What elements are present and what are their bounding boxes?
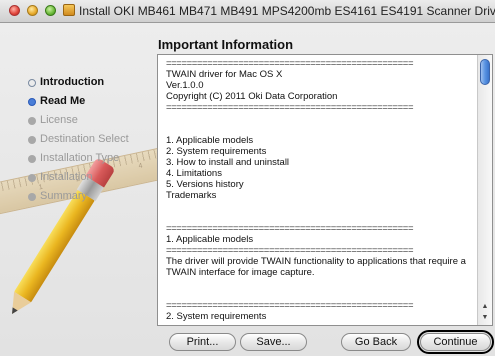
vertical-scrollbar[interactable]: ▲ ▼	[477, 55, 492, 325]
step-label: Installation Type	[40, 152, 120, 164]
step-installation-type: Installation Type	[28, 151, 158, 170]
section-title: 2. System requirements	[166, 311, 267, 322]
readme-line: Copyright (C) 2011 Oki Data Corporation	[166, 91, 338, 102]
zoom-window-button[interactable]	[45, 5, 56, 16]
section-body: The driver will provide TWAIN functional…	[166, 256, 466, 278]
step-summary: Summary	[28, 189, 158, 208]
step-label: Destination Select	[40, 133, 129, 145]
print-button[interactable]: Print...	[169, 333, 236, 351]
toc-item: 3. How to install and uninstall	[166, 157, 290, 168]
toc-item: 4. Limitations	[166, 168, 222, 179]
separator-line: ========================================…	[166, 245, 414, 256]
go-back-button[interactable]: Go Back	[341, 333, 411, 351]
step-introduction: Introduction	[28, 75, 158, 94]
continue-button[interactable]: Continue	[417, 330, 494, 354]
separator-line: ========================================…	[166, 102, 414, 113]
toc-item: Trademarks	[166, 190, 217, 201]
step-label: Summary	[40, 190, 88, 202]
step-read-me: Read Me	[28, 94, 158, 113]
separator-line: ========================================…	[166, 58, 414, 69]
page-title: Important Information	[158, 37, 294, 52]
scrollbar-thumb[interactable]	[480, 59, 490, 85]
title-bar: Install OKI MB461 MB471 MB491 MPS4200mb …	[0, 0, 495, 23]
step-license: License	[28, 113, 158, 132]
section-title: 1. Applicable models	[166, 234, 254, 245]
step-bullet-icon	[28, 174, 36, 182]
readme-text-area[interactable]: ========================================…	[157, 54, 493, 326]
step-label: Introduction	[40, 76, 105, 88]
step-bullet-icon	[28, 193, 36, 201]
step-bullet-icon	[28, 136, 36, 144]
window-title: Install OKI MB461 MB471 MB491 MPS4200mb …	[79, 4, 495, 18]
toc-item: 2. System requirements	[166, 146, 267, 157]
step-bullet-icon	[28, 155, 36, 163]
save-button[interactable]: Save...	[240, 333, 307, 351]
scroll-down-arrow-icon[interactable]: ▼	[480, 312, 490, 323]
separator-line: ========================================…	[166, 300, 414, 311]
scroll-up-arrow-icon[interactable]: ▲	[480, 301, 490, 312]
readme-line: TWAIN driver for Mac OS X	[166, 69, 283, 80]
package-icon	[63, 4, 75, 16]
minimize-window-button[interactable]	[27, 5, 38, 16]
toc-item: 1. Applicable models	[166, 135, 254, 146]
readme-content: ========================================…	[166, 58, 474, 322]
step-installation: Installation	[28, 170, 158, 189]
installer-steps: Introduction Read Me License Destination…	[28, 75, 158, 208]
step-destination-select: Destination Select	[28, 132, 158, 151]
step-label: Read Me	[40, 95, 86, 107]
step-bullet-icon	[28, 98, 36, 106]
step-label: Installation	[40, 171, 93, 183]
close-window-button[interactable]	[9, 5, 20, 16]
readme-line: Ver.1.0.0	[166, 80, 204, 91]
toc-item: 5. Versions history	[166, 179, 244, 190]
separator-line: ========================================…	[166, 223, 414, 234]
installer-window: Install OKI MB461 MB471 MB491 MPS4200mb …	[0, 0, 495, 356]
step-bullet-icon	[28, 117, 36, 125]
step-bullet-icon	[28, 79, 36, 87]
step-label: License	[40, 114, 78, 126]
